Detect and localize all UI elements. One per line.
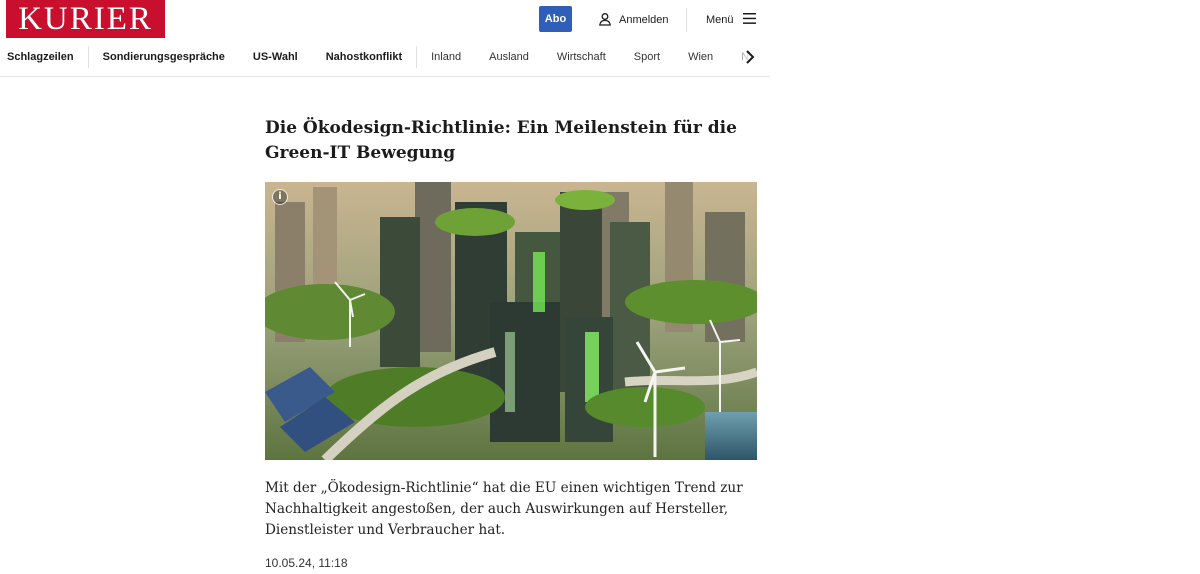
nav-item-inland[interactable]: Inland	[417, 44, 475, 70]
login-label: Anmelden	[619, 14, 669, 26]
chevron-right-icon[interactable]	[744, 48, 756, 66]
abo-button[interactable]: Abo	[539, 6, 572, 32]
info-icon[interactable]: i	[272, 189, 288, 205]
menu-button[interactable]: Menü	[706, 10, 756, 30]
user-icon	[598, 12, 612, 29]
header-divider	[686, 8, 687, 32]
article-headline[interactable]: Die Ökodesign-Richtlinie: Ein Meilenstei…	[265, 116, 759, 166]
nav-item-wirtschaft[interactable]: Wirtschaft	[543, 44, 620, 70]
nav-item-wien[interactable]: Wien	[674, 44, 727, 70]
article-hero-image[interactable]: i	[265, 182, 757, 460]
nav-item-sport[interactable]: Sport	[620, 44, 674, 70]
kurier-logo[interactable]: KURIER	[6, 0, 165, 38]
article-date: 10.05.24, 11:18	[265, 556, 348, 570]
category-nav: Schlagzeilen Sondierungsgespräche US-Wah…	[0, 44, 770, 70]
login-button[interactable]: Anmelden	[598, 10, 669, 30]
article-lead: Mit der „Ökodesign-Richtlinie“ hat die E…	[265, 480, 743, 538]
nav-item-nahostkonflikt[interactable]: Nahostkonflikt	[312, 44, 416, 70]
nav-item-sondierungsgespraeche[interactable]: Sondierungsgespräche	[89, 44, 239, 70]
nav-item-ausland[interactable]: Ausland	[475, 44, 543, 70]
hamburger-icon	[742, 13, 756, 27]
nav-item-us-wahl[interactable]: US-Wahl	[239, 44, 312, 70]
site-header: KURIER Abo Anmelden Menü Schlagzeilen So…	[0, 0, 770, 77]
menu-label: Menü	[706, 14, 734, 26]
nav-item-schlagzeilen[interactable]: Schlagzeilen	[0, 44, 88, 70]
